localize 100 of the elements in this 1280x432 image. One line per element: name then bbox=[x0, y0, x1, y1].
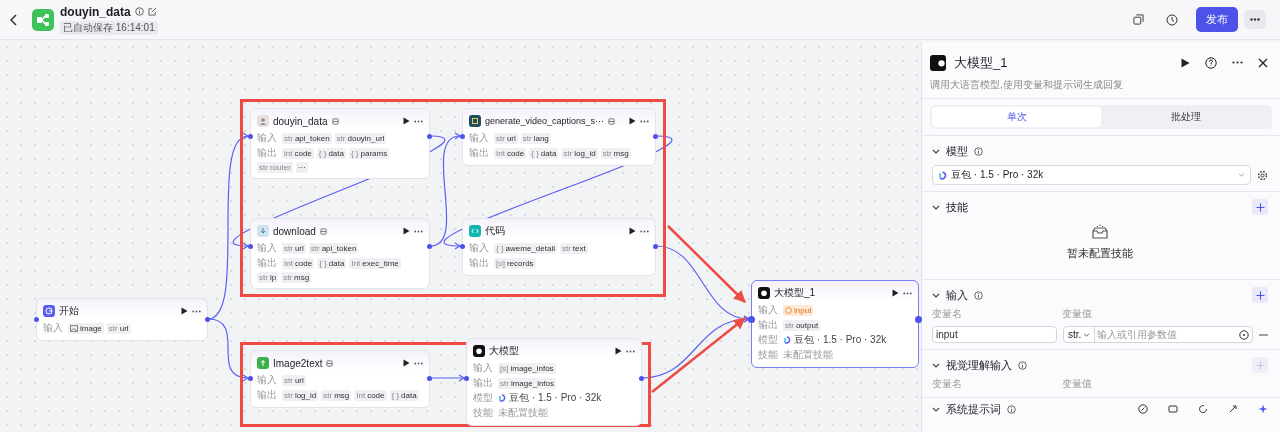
parameter-name: code bbox=[294, 258, 313, 268]
node-card[interactable]: 大模型_1 输入 input 输出 str output 模型 豆包 · 1.5 · Pro · 32k 技能 未配置技能 bbox=[751, 280, 919, 368]
node-card[interactable]: 开始 输入 image str url bbox=[36, 298, 208, 341]
port-dot[interactable] bbox=[460, 134, 465, 139]
port-dot[interactable] bbox=[248, 134, 253, 139]
type-select[interactable]: str. bbox=[1064, 327, 1096, 342]
expand-icon[interactable] bbox=[1228, 404, 1238, 414]
mode-tab[interactable]: 批处理 bbox=[1101, 107, 1270, 127]
port-dot[interactable] bbox=[205, 317, 210, 322]
skills-status: 未配置技能 bbox=[498, 406, 548, 420]
chevron-down-icon[interactable] bbox=[932, 292, 940, 298]
variable-value-field[interactable]: str. 输入或引用参数值 bbox=[1063, 326, 1253, 343]
section-title: 系统提示词 bbox=[946, 401, 1001, 417]
port-dot[interactable] bbox=[653, 134, 658, 139]
variable-name-field[interactable]: input bbox=[932, 326, 1057, 343]
port-dot[interactable] bbox=[34, 317, 39, 322]
info-icon[interactable] bbox=[1018, 360, 1027, 370]
more-icon[interactable] bbox=[414, 361, 423, 365]
more-icon[interactable] bbox=[640, 119, 649, 123]
node-card[interactable]: 代码 输入 { } aweme_detail str text 输出 [o] records bbox=[462, 218, 656, 276]
play-icon[interactable] bbox=[892, 289, 899, 297]
parameter-name: code bbox=[506, 148, 525, 158]
more-icon[interactable] bbox=[1232, 61, 1243, 64]
play-icon[interactable] bbox=[403, 359, 410, 367]
remove-icon[interactable] bbox=[1259, 333, 1268, 336]
more-icon[interactable] bbox=[903, 291, 912, 295]
mode-tab[interactable]: 单次 bbox=[932, 107, 1101, 127]
node-title: 开始 bbox=[59, 304, 79, 318]
node-card[interactable]: douyin_data 输入 str api_token str douyin_url 输出 int code { } data { } params str router ··· bbox=[250, 108, 430, 179]
more-tag[interactable]: ··· bbox=[295, 162, 308, 173]
chevron-down-icon[interactable] bbox=[932, 362, 940, 368]
model-name: 豆包 · 1.5 · Pro · 32k bbox=[509, 391, 602, 405]
value-input[interactable]: 输入或引用参数值 bbox=[1095, 328, 1239, 341]
port-dot[interactable] bbox=[653, 244, 658, 249]
plus-icon bbox=[1255, 202, 1265, 212]
model-select[interactable]: 豆包 · 1.5 · Pro · 32k bbox=[932, 165, 1251, 185]
back-icon[interactable] bbox=[10, 13, 18, 26]
more-button[interactable] bbox=[1244, 10, 1266, 29]
info-icon[interactable] bbox=[974, 290, 983, 300]
parameter-name: text bbox=[572, 243, 586, 253]
info-icon[interactable] bbox=[974, 146, 983, 156]
parameter-name: code bbox=[294, 148, 312, 158]
play-icon[interactable] bbox=[629, 117, 636, 125]
chevron-down-icon[interactable] bbox=[932, 406, 940, 412]
history-icon[interactable] bbox=[1166, 13, 1178, 26]
parameter-name: msg bbox=[334, 390, 350, 400]
more-icon bbox=[1250, 18, 1260, 21]
workflow-icon bbox=[32, 8, 54, 31]
type-label: str bbox=[561, 243, 571, 253]
add-button[interactable] bbox=[1252, 287, 1268, 303]
play-icon[interactable] bbox=[615, 347, 622, 355]
port-dot[interactable] bbox=[464, 376, 469, 381]
play-icon[interactable] bbox=[1181, 57, 1190, 68]
node-card[interactable]: 大模型 输入 [s] image_infos 输出 str image_infos 模型 豆包 · 1.5 · Pro · 32k 技能 未配置技能 bbox=[466, 338, 642, 426]
type-label: int bbox=[284, 148, 293, 158]
parameter-name: log_id bbox=[294, 390, 317, 400]
compass-icon[interactable] bbox=[1138, 404, 1148, 414]
target-icon[interactable] bbox=[1239, 329, 1249, 340]
close-icon[interactable] bbox=[1258, 57, 1268, 68]
port-dot[interactable] bbox=[639, 376, 644, 381]
copy-icon[interactable] bbox=[1133, 14, 1144, 25]
more-icon[interactable] bbox=[626, 349, 635, 353]
chevron-down-icon[interactable] bbox=[932, 204, 940, 210]
node-card[interactable]: Image2text 输入 str url 输出 str log_id str msg Int code { } data bbox=[250, 350, 430, 408]
port-dot[interactable] bbox=[248, 244, 253, 249]
port-dot[interactable] bbox=[748, 316, 755, 323]
parameter-name: lang bbox=[533, 133, 549, 143]
settings-icon[interactable] bbox=[1257, 169, 1268, 181]
refresh-icon[interactable] bbox=[1198, 404, 1208, 414]
port-dot[interactable] bbox=[915, 316, 922, 323]
node-card[interactable]: download 输入 str url str api_token 输出 Int code { } data Int exec_time str ip str msg bbox=[250, 218, 430, 289]
more-icon[interactable] bbox=[414, 119, 423, 123]
parameter-name: records bbox=[506, 258, 534, 268]
edit-icon[interactable] bbox=[147, 7, 157, 16]
help-icon[interactable] bbox=[1205, 56, 1217, 69]
play-icon[interactable] bbox=[403, 117, 410, 125]
more-icon[interactable] bbox=[414, 229, 423, 233]
parameter-name: aweme_detail bbox=[505, 243, 555, 253]
chevron-down-icon[interactable] bbox=[932, 148, 940, 154]
add-button[interactable] bbox=[1252, 199, 1268, 215]
info-icon[interactable] bbox=[134, 7, 144, 16]
play-icon[interactable] bbox=[403, 227, 410, 235]
type-label: [s] bbox=[500, 363, 509, 373]
play-icon[interactable] bbox=[629, 227, 636, 235]
parameter-name: input bbox=[794, 305, 812, 315]
info-icon[interactable] bbox=[1007, 404, 1016, 414]
publish-button[interactable]: 发布 bbox=[1196, 7, 1238, 32]
play-icon[interactable] bbox=[181, 307, 188, 315]
port-dot[interactable] bbox=[248, 376, 253, 381]
port-dot[interactable] bbox=[427, 134, 432, 139]
sparkle-icon[interactable] bbox=[1258, 404, 1268, 414]
row-label: 输出 bbox=[473, 376, 493, 390]
port-dot[interactable] bbox=[427, 376, 432, 381]
node-card[interactable]: generate_video_captions_s··· 输入 str url str lang 输出 Int code { } data str log_id str msg bbox=[462, 108, 656, 166]
port-dot[interactable] bbox=[460, 244, 465, 249]
column-header: 变量名 bbox=[932, 377, 963, 391]
more-icon[interactable] bbox=[640, 229, 649, 233]
more-icon[interactable] bbox=[192, 309, 201, 313]
port-dot[interactable] bbox=[427, 244, 432, 249]
row-label: 输出 bbox=[257, 146, 277, 160]
